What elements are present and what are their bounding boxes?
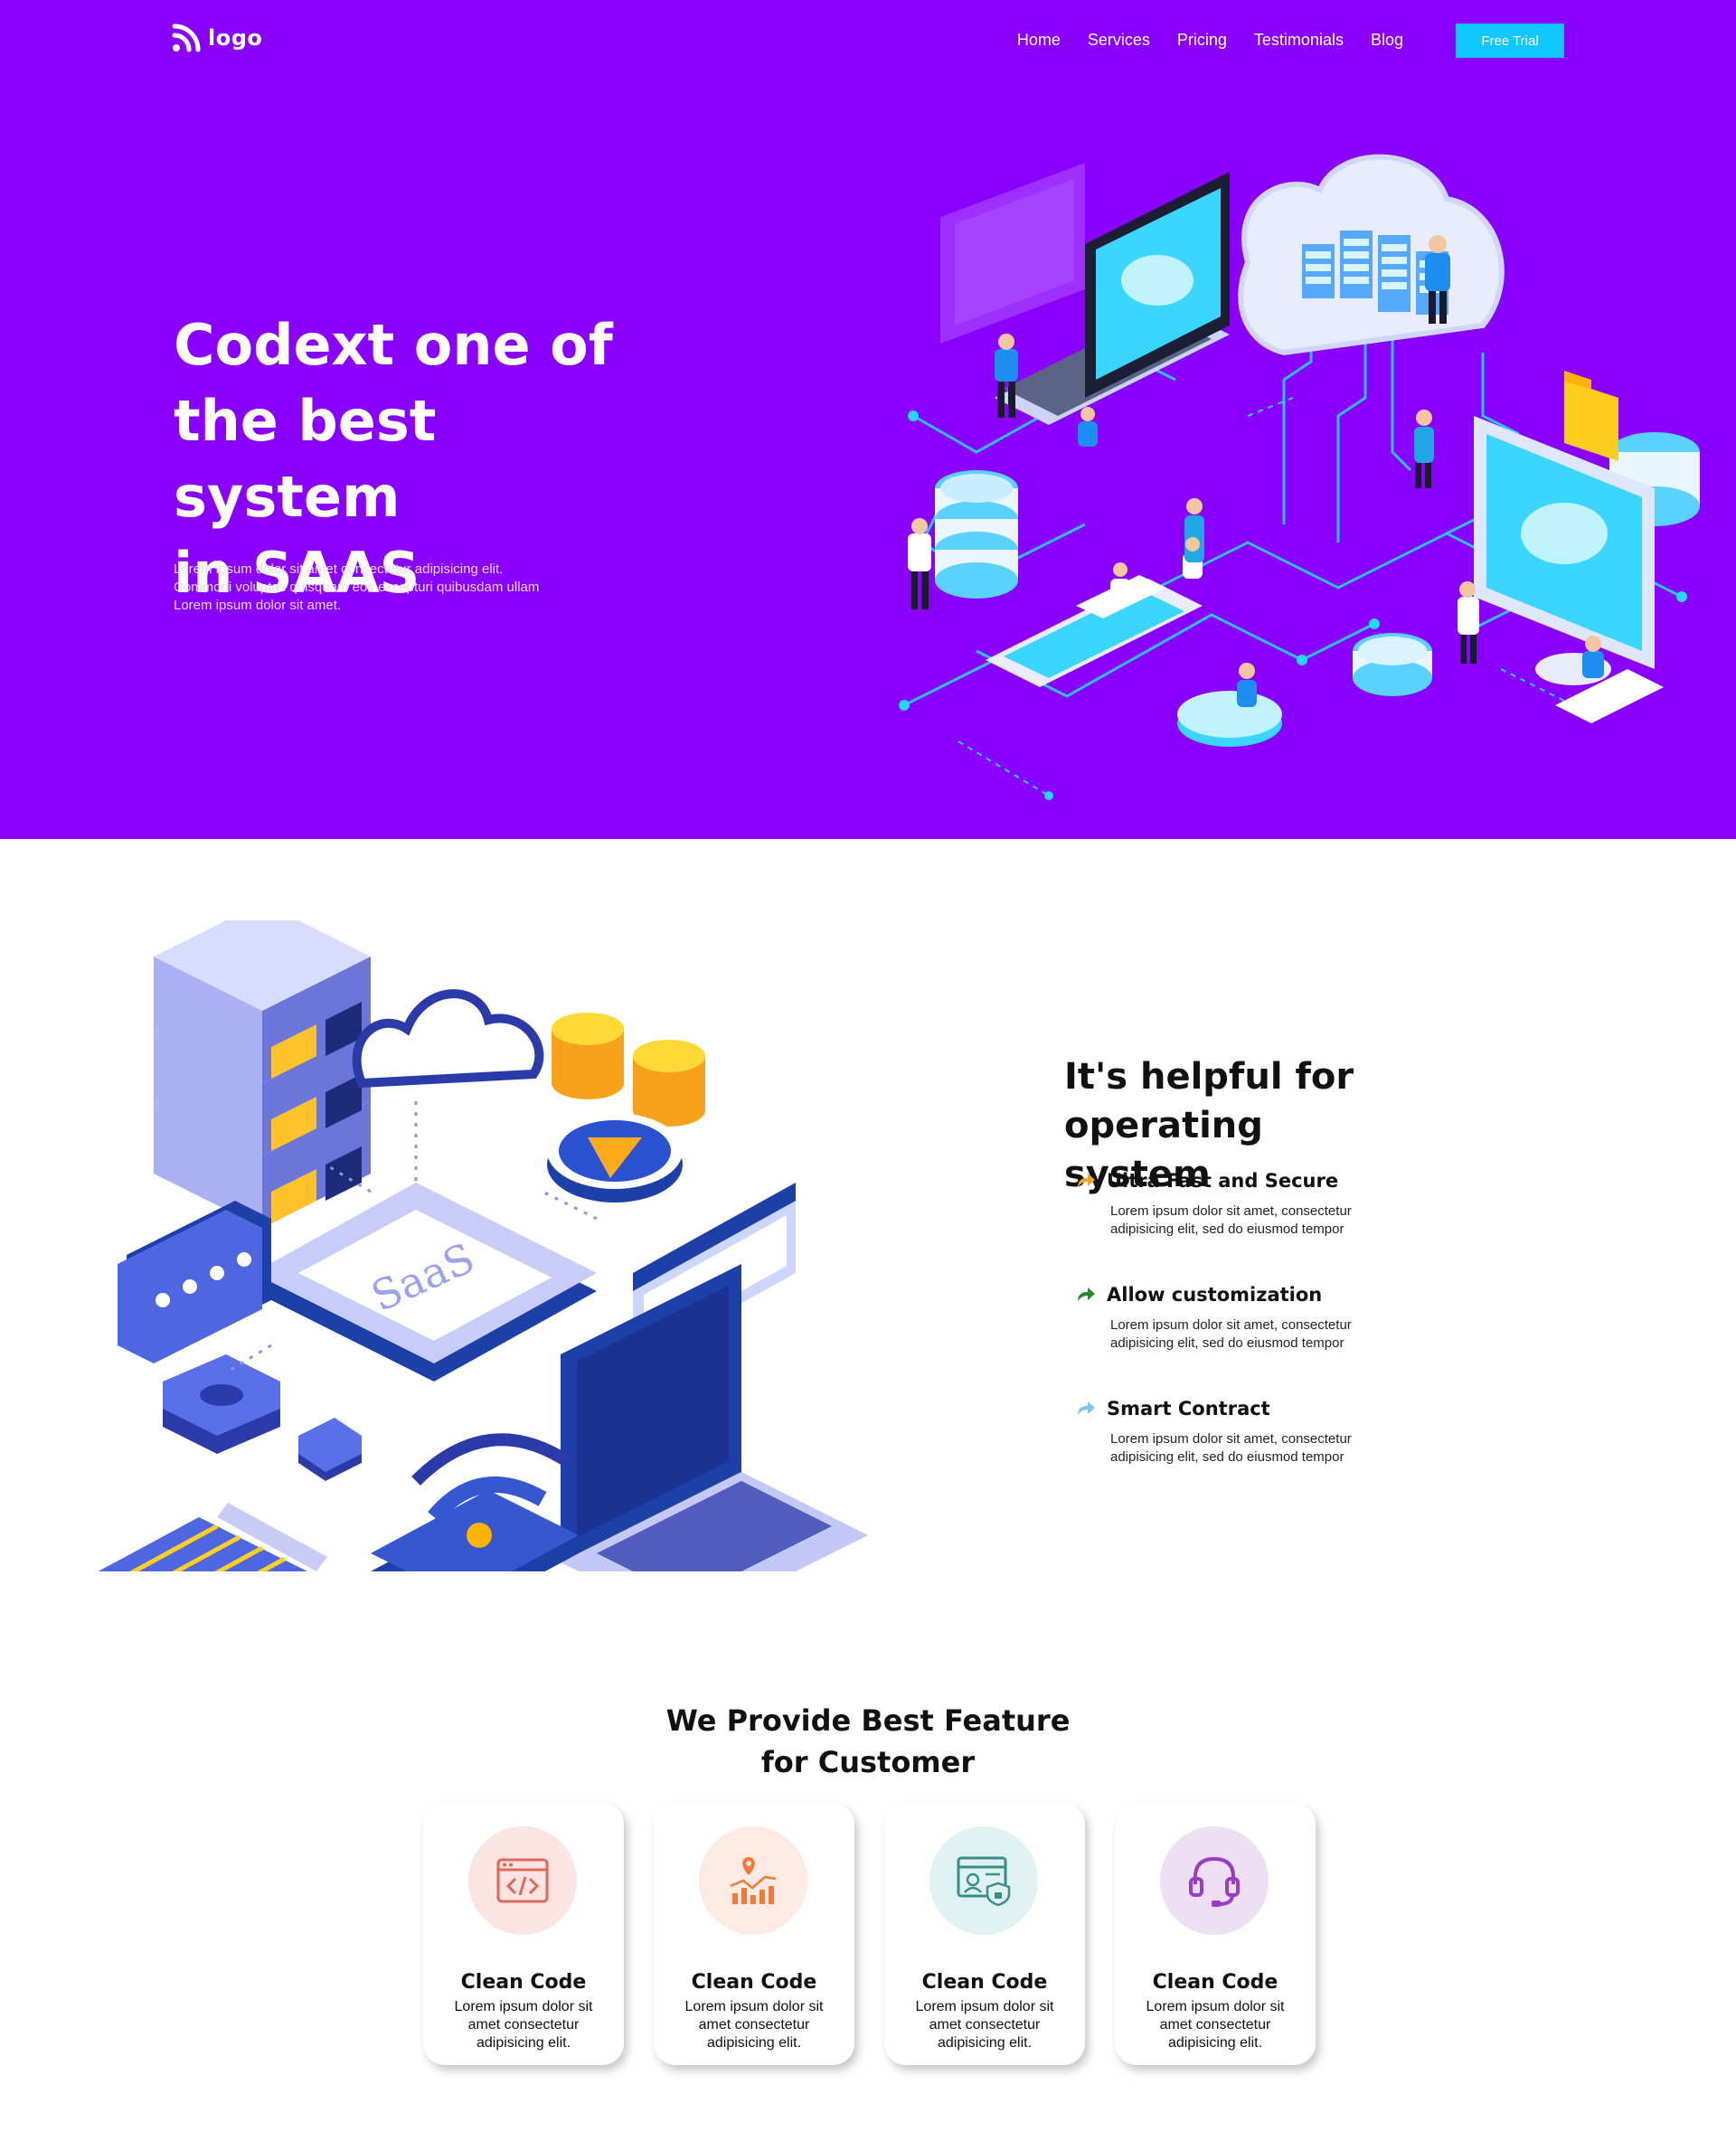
feature-description-line: Lorem ipsum dolor sit amet, consectetur — [1110, 1203, 1352, 1219]
feature-card[interactable]: Clean Code Lorem ipsum dolor sit amet co… — [423, 1803, 624, 2065]
card-description-line: Lorem ipsum dolor sit — [1146, 1999, 1285, 2014]
logo-text: logo — [208, 25, 263, 51]
nav-link-blog[interactable]: Blog — [1371, 31, 1403, 50]
hero-title-line: the best system — [174, 388, 437, 530]
arrow-share-icon — [1078, 1401, 1095, 1415]
feature-description-line: adipisicing elit, sed do eiusmod tempor — [1110, 1335, 1344, 1351]
card-description-line: Lorem ipsum dolor sit — [454, 1999, 593, 2014]
feature-description: Lorem ipsum dolor sit amet, consectetur … — [1110, 1430, 1382, 1467]
feature-description-line: adipisicing elit, sed do eiusmod tempor — [1110, 1221, 1344, 1237]
feature-cards: Clean Code Lorem ipsum dolor sit amet co… — [423, 1803, 1318, 2065]
card-description: Lorem ipsum dolor sit amet consectetur a… — [899, 1998, 1071, 2052]
card-title: Clean Code — [1152, 1971, 1278, 1994]
saas-illustration: SaaS — [98, 920, 868, 1571]
card-description-line: Lorem ipsum dolor sit — [684, 1999, 824, 2014]
card-description-line: amet consectetur — [1159, 2017, 1271, 2033]
nav-links: Home Services Pricing Testimonials Blog — [1017, 31, 1403, 50]
feature-title: Allow customization — [1107, 1284, 1323, 1306]
card-description: Lorem ipsum dolor sit amet consectetur a… — [668, 1998, 840, 2052]
headset-icon — [1189, 1856, 1240, 1907]
card-title: Clean Code — [460, 1971, 587, 1994]
section-title-line: It's helpful for operating — [1064, 1056, 1354, 1146]
card-icon-circle — [468, 1826, 577, 1935]
feature-title: Smart Contract — [1107, 1398, 1270, 1419]
arrow-share-icon — [1078, 1287, 1095, 1301]
card-description-line: amet consectetur — [929, 2017, 1041, 2033]
card-description-line: adipisicing elit. — [1167, 2035, 1263, 2051]
free-trial-button[interactable]: Free Trial — [1456, 24, 1564, 58]
hero-subtitle-line: Commodi voluptas quisquam eos excepturi … — [174, 580, 540, 595]
features-heading-line: We Provide Best Feature — [665, 1703, 1071, 1738]
arrow-share-icon — [1078, 1174, 1095, 1187]
card-title: Clean Code — [921, 1971, 1048, 1994]
card-icon-circle — [699, 1826, 807, 1935]
card-title: Clean Code — [691, 1971, 817, 1994]
feature-description-line: Lorem ipsum dolor sit amet, consectetur — [1110, 1317, 1352, 1333]
card-description: Lorem ipsum dolor sit amet consectetur a… — [1129, 1998, 1301, 2052]
card-description-line: adipisicing elit. — [937, 2035, 1033, 2051]
features-heading-line: for Customer — [760, 1745, 976, 1779]
card-description-line: Lorem ipsum dolor sit — [915, 1999, 1054, 2014]
feature-title: Ultra Fast and Secure — [1107, 1170, 1339, 1192]
nav-link-testimonials[interactable]: Testimonials — [1254, 31, 1344, 50]
code-window-icon — [496, 1858, 549, 1903]
nav-link-services[interactable]: Services — [1088, 31, 1150, 50]
feature-description-line: Lorem ipsum dolor sit amet, consectetur — [1110, 1431, 1352, 1447]
feature-description: Lorem ipsum dolor sit amet, consectetur … — [1110, 1203, 1382, 1239]
logo[interactable]: logo — [172, 24, 262, 52]
hero-subtitle: Lorem ipsum dolor sit amet consectetur a… — [174, 561, 590, 615]
bar-chart-pin-icon — [730, 1857, 777, 1904]
card-description-line: adipisicing elit. — [706, 2035, 802, 2051]
features-heading: We Provide Best Feature for Customer — [597, 1700, 1139, 1783]
nav-link-pricing[interactable]: Pricing — [1177, 31, 1227, 50]
feature-card[interactable]: Clean Code Lorem ipsum dolor sit amet co… — [884, 1803, 1085, 2065]
feature-description-line: adipisicing elit, sed do eiusmod tempor — [1110, 1449, 1344, 1465]
hero-subtitle-line: Lorem ipsum dolor sit amet consectetur a… — [174, 561, 504, 577]
top-nav: logo Home Services Pricing Testimonials … — [172, 24, 1564, 60]
card-icon-circle — [929, 1826, 1038, 1935]
cloud-network-illustration — [899, 154, 1700, 800]
feature-item: Smart Contract Lorem ipsum dolor sit ame… — [1076, 1398, 1438, 1467]
operating-system-section: SaaS It's helpful for operating system U… — [0, 839, 1736, 1635]
feature-item: Allow customization Lorem ipsum dolor si… — [1076, 1284, 1438, 1353]
hero-section: logo Home Services Pricing Testimonials … — [0, 0, 1736, 839]
card-icon-circle — [1160, 1826, 1269, 1935]
feature-description: Lorem ipsum dolor sit amet, consectetur … — [1110, 1316, 1382, 1353]
card-description-line: adipisicing elit. — [476, 2035, 571, 2051]
nav-link-home[interactable]: Home — [1017, 31, 1061, 50]
feature-card[interactable]: Clean Code Lorem ipsum dolor sit amet co… — [654, 1803, 854, 2065]
feature-item: Ultra Fast and Secure Lorem ipsum dolor … — [1076, 1170, 1438, 1239]
card-description: Lorem ipsum dolor sit amet consectetur a… — [438, 1998, 609, 2052]
hero-subtitle-line: Lorem ipsum dolor sit amet. — [174, 598, 342, 613]
feature-card[interactable]: Clean Code Lorem ipsum dolor sit amet co… — [1115, 1803, 1316, 2065]
rss-logo-icon — [172, 24, 201, 52]
hero-title-line: Codext one of — [174, 312, 613, 378]
security-profile-icon — [957, 1856, 1011, 1907]
card-description-line: amet consectetur — [467, 2017, 580, 2033]
card-description-line: amet consectetur — [698, 2017, 810, 2033]
